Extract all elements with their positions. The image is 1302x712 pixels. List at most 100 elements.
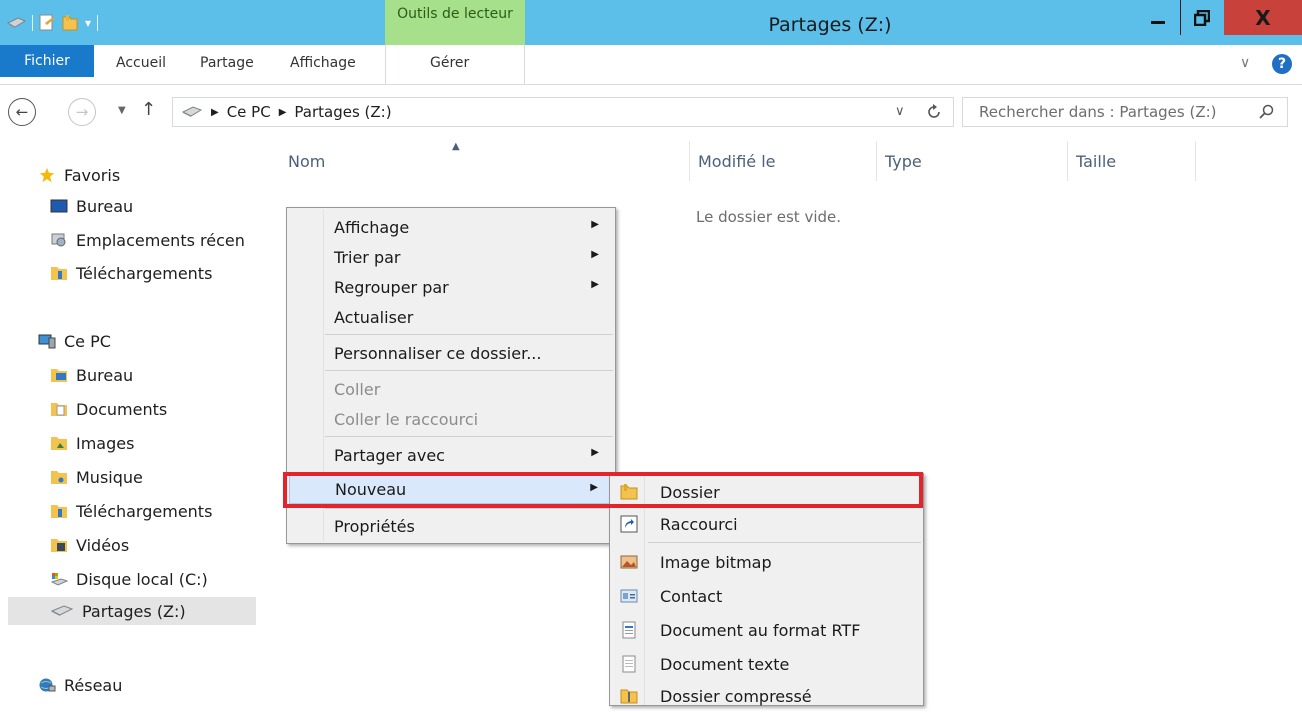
nav-local-disk[interactable]: Disque local (C:) <box>50 565 208 593</box>
restore-button[interactable] <box>1180 0 1224 35</box>
menu-separator <box>648 542 921 543</box>
rtf-document-icon <box>622 621 636 639</box>
new-folder-icon[interactable] <box>61 14 79 32</box>
refresh-icon[interactable] <box>925 103 943 121</box>
close-button[interactable]: X <box>1224 0 1302 35</box>
restore-icon <box>1194 9 1210 26</box>
address-row: ← → ▼ ↑ ▶ Ce PC ▶ Partages (Z:) ∨ <box>0 85 1302 141</box>
network-drive-icon <box>50 605 74 616</box>
sort-ascending-icon: ▲ <box>452 141 460 152</box>
search-box[interactable] <box>962 97 1288 127</box>
forward-button[interactable]: → <box>68 98 96 126</box>
column-header-type[interactable]: Type <box>877 141 1068 181</box>
music-folder-icon <box>51 471 67 484</box>
qat-dropdown-icon[interactable]: ▾ <box>85 16 91 30</box>
bitmap-icon <box>620 555 638 569</box>
submenu-arrow-icon: ▶ <box>591 447 599 458</box>
menu-item-actualiser[interactable]: Actualiser <box>289 302 613 332</box>
menu-item-coller: Coller <box>334 379 381 399</box>
nav-favorites-downloads[interactable]: Téléchargements <box>50 259 212 287</box>
breadcrumb-ce-pc[interactable]: Ce PC <box>227 103 271 121</box>
drive-icon <box>6 17 26 28</box>
forward-arrow-icon: → <box>75 103 89 121</box>
downloads-folder-icon <box>51 505 67 518</box>
minimize-button[interactable] <box>1136 0 1180 35</box>
navigation-pane: Favoris Bureau Emplacements récen Téléch… <box>0 141 258 706</box>
contextual-tab-group-label: Outils de lecteur <box>397 6 513 22</box>
local-disk-icon <box>50 573 68 586</box>
properties-icon[interactable] <box>39 14 55 32</box>
quick-access-toolbar: ▾ <box>6 10 99 36</box>
desktop-folder-icon <box>51 369 67 382</box>
nav-pc-downloads[interactable]: Téléchargements <box>50 497 212 525</box>
submenu-item-rtf[interactable]: Document au format RTF <box>612 614 921 646</box>
menu-item-partager-avec[interactable]: Partager avec ▶ <box>289 440 613 470</box>
submenu-item-raccourci[interactable]: Raccourci <box>612 508 921 540</box>
submenu-item-dossier-compresse[interactable]: Dossier compressé <box>612 680 921 712</box>
submenu-arrow-icon: ▶ <box>591 249 599 260</box>
videos-folder-icon <box>51 539 67 552</box>
tab-gerer[interactable]: Gérer <box>430 55 469 71</box>
minimize-icon <box>1151 20 1165 24</box>
text-document-icon <box>622 655 636 673</box>
menu-separator <box>325 334 613 335</box>
menu-separator <box>325 508 613 509</box>
empty-folder-message: Le dossier est vide. <box>696 208 842 226</box>
menu-item-trier-par[interactable]: Trier par ▶ <box>289 242 613 272</box>
nav-recent-places[interactable]: Emplacements récen <box>50 226 245 254</box>
recent-locations-icon[interactable]: ▼ <box>118 105 126 116</box>
help-icon[interactable]: ? <box>1272 54 1292 74</box>
expand-ribbon-icon[interactable]: ∨ <box>1240 55 1250 71</box>
breadcrumb-partages[interactable]: Partages (Z:) <box>294 103 391 121</box>
menu-item-coller-raccourci: Coller le raccourci <box>334 409 479 429</box>
back-button[interactable]: ← <box>8 98 36 126</box>
tab-partage[interactable]: Partage <box>200 55 254 71</box>
column-header-modified[interactable]: Modifié le <box>690 141 877 181</box>
window-title: Partages (Z:) <box>768 14 892 36</box>
nav-videos[interactable]: Vidéos <box>50 531 129 559</box>
menu-separator <box>325 436 613 437</box>
address-bar[interactable]: ▶ Ce PC ▶ Partages (Z:) ∨ <box>172 97 954 127</box>
submenu-item-contact[interactable]: Contact <box>612 580 921 612</box>
computer-icon <box>38 334 56 349</box>
ribbon-tabs: Fichier Accueil Partage Affichage Gérer … <box>0 45 1302 85</box>
tab-fichier[interactable]: Fichier <box>0 45 94 77</box>
column-header-name[interactable]: Nom <box>280 141 690 181</box>
breadcrumb-separator-icon[interactable]: ▶ <box>279 107 287 118</box>
up-arrow-icon[interactable]: ↑ <box>141 99 156 120</box>
contact-icon <box>620 589 638 603</box>
submenu-arrow-icon: ▶ <box>591 279 599 290</box>
menu-separator <box>325 370 613 371</box>
nav-documents[interactable]: Documents <box>50 395 167 423</box>
tab-accueil[interactable]: Accueil <box>116 55 166 71</box>
back-arrow-icon: ← <box>15 103 29 121</box>
menu-item-regrouper-par[interactable]: Regrouper par ▶ <box>289 272 613 302</box>
nav-network[interactable]: Réseau <box>38 671 122 699</box>
nav-favorites-bureau[interactable]: Bureau <box>50 192 133 220</box>
nav-music[interactable]: Musique <box>50 463 143 491</box>
column-headers: Nom ▲ Modifié le Type Taille <box>258 141 1196 181</box>
breadcrumb-separator-icon[interactable]: ▶ <box>211 107 219 118</box>
menu-item-personnaliser[interactable]: Personnaliser ce dossier... <box>289 338 613 368</box>
star-icon <box>39 167 55 183</box>
nav-pc-bureau[interactable]: Bureau <box>50 361 133 389</box>
highlight-annotation <box>283 472 923 508</box>
submenu-item-image-bitmap[interactable]: Image bitmap <box>612 546 921 578</box>
menu-item-proprietes[interactable]: Propriétés <box>289 511 613 541</box>
nav-images[interactable]: Images <box>50 429 134 457</box>
menu-item-affichage[interactable]: Affichage ▶ <box>289 212 613 242</box>
column-header-size[interactable]: Taille <box>1068 141 1196 181</box>
network-icon <box>39 678 56 692</box>
tab-affichage[interactable]: Affichage <box>290 55 356 71</box>
nav-partages-selected[interactable]: Partages (Z:) <box>8 597 256 625</box>
nav-favorites[interactable]: Favoris <box>38 161 120 189</box>
nav-this-pc[interactable]: Ce PC <box>38 327 111 355</box>
title-bar: ▾ Outils de lecteur Partages (Z:) X <box>0 0 1302 45</box>
search-icon[interactable] <box>1259 104 1275 120</box>
submenu-item-document-texte[interactable]: Document texte <box>612 648 921 680</box>
address-history-icon[interactable]: ∨ <box>895 104 905 119</box>
recent-places-icon <box>51 233 66 247</box>
search-input[interactable] <box>963 98 1253 126</box>
shortcut-icon <box>620 515 638 533</box>
pictures-folder-icon <box>51 437 67 450</box>
